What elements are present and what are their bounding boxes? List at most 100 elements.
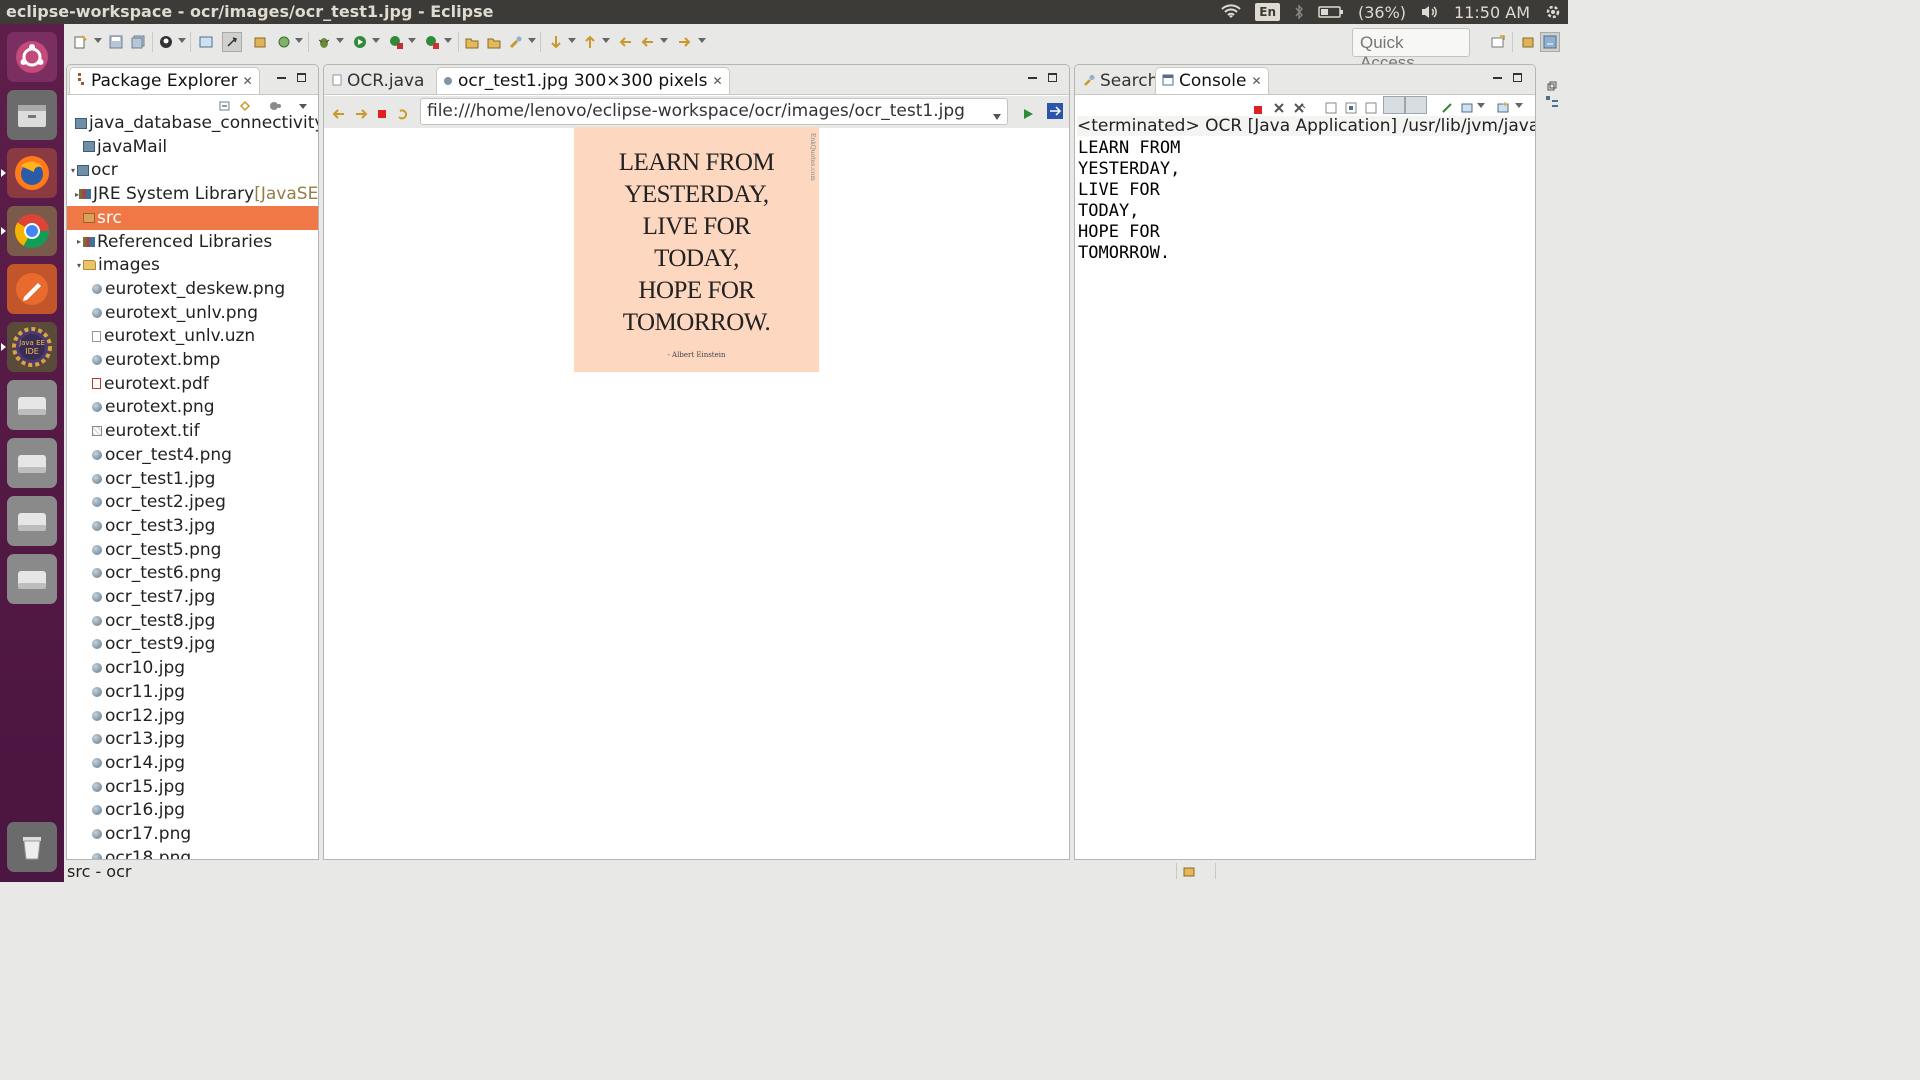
- tree-item[interactable]: ▸ JRE System Library [JavaSE: [67, 182, 318, 206]
- publish-icon[interactable]: [158, 34, 174, 50]
- tree-item[interactable]: ocr_test1.jpg: [67, 467, 318, 491]
- tree-item[interactable]: ▾ ocr: [67, 158, 318, 182]
- tree-item[interactable]: ocr_test6.png: [67, 561, 318, 585]
- chrome-icon[interactable]: [1, 206, 57, 256]
- debug-dropdown-icon[interactable]: [336, 38, 344, 43]
- search-dropdown-icon[interactable]: [528, 38, 536, 43]
- tree-item[interactable]: ocr_test2.jpeg: [67, 490, 318, 514]
- tab-search[interactable]: Search: [1077, 67, 1164, 94]
- tree-item[interactable]: ocr11.jpg: [67, 680, 318, 704]
- tree-item[interactable]: ocr_test5.png: [67, 538, 318, 562]
- maximize-icon[interactable]: [297, 73, 306, 82]
- url-input[interactable]: file:///home/lenovo/eclipse-workspace/oc…: [420, 98, 1008, 125]
- back-dropdown-icon[interactable]: [660, 38, 668, 43]
- toggle-breadcrumb-icon[interactable]: [198, 34, 214, 50]
- tree-item[interactable]: ▾ images: [67, 253, 318, 277]
- back-icon[interactable]: [640, 34, 656, 50]
- maximize-icon[interactable]: [1513, 73, 1522, 82]
- tree-item[interactable]: eurotext.tif: [67, 419, 318, 443]
- outline-icon[interactable]: [1545, 94, 1559, 114]
- tree-item[interactable]: ocr18.png: [67, 846, 318, 859]
- bluetooth-icon[interactable]: [1294, 4, 1304, 20]
- tree-item[interactable]: ocr_test8.jpg: [67, 609, 318, 633]
- go-icon[interactable]: [1022, 105, 1034, 125]
- quick-access-input[interactable]: Quick Access: [1352, 28, 1470, 72]
- new-wizard-icon[interactable]: [276, 34, 292, 50]
- save-all-icon[interactable]: [130, 34, 146, 50]
- save-icon[interactable]: [108, 34, 124, 50]
- publish-dropdown-icon[interactable]: [178, 38, 186, 43]
- tree-item[interactable]: src: [67, 205, 318, 230]
- clock[interactable]: 11:50 AM: [1454, 3, 1530, 22]
- next-annotation-icon[interactable]: [548, 34, 564, 50]
- tree-item[interactable]: ocr15.jpg: [67, 775, 318, 799]
- wizard-dropdown-icon[interactable]: [295, 38, 303, 43]
- mark-occurrences-icon[interactable]: [222, 32, 242, 52]
- tree-item[interactable]: ocr16.jpg: [67, 798, 318, 822]
- progress-area[interactable]: [1176, 863, 1216, 879]
- new-dropdown-icon[interactable]: [94, 38, 102, 43]
- firefox-icon[interactable]: [1, 148, 57, 198]
- minimize-icon[interactable]: [1493, 77, 1502, 79]
- next-annotation-dropdown-icon[interactable]: [568, 38, 576, 43]
- drive-icon[interactable]: [7, 438, 57, 488]
- back-icon[interactable]: [332, 105, 346, 125]
- tree-item[interactable]: eurotext_unlv.png: [67, 301, 318, 325]
- tree-item[interactable]: eurotext.pdf: [67, 372, 318, 396]
- tab-package-explorer[interactable]: Package Explorer ✕: [69, 67, 260, 94]
- open-type-icon[interactable]: [464, 34, 480, 50]
- tree-item[interactable]: eurotext_unlv.uzn: [67, 324, 318, 348]
- volume-icon[interactable]: [1420, 4, 1440, 20]
- open-console-dropdown-icon[interactable]: [1515, 103, 1523, 108]
- expand-arrow-icon[interactable]: ▾: [69, 166, 77, 175]
- restore-icon[interactable]: [1547, 76, 1557, 96]
- external-tools-dropdown-icon[interactable]: [444, 38, 452, 43]
- forward-dropdown-icon[interactable]: [698, 38, 706, 43]
- new-icon[interactable]: [72, 34, 88, 50]
- tree-item[interactable]: ocr13.jpg: [67, 727, 318, 751]
- search-tool-icon[interactable]: [508, 34, 524, 50]
- console-output[interactable]: LEARN FROM YESTERDAY, LIVE FOR TODAY, HO…: [1078, 138, 1533, 264]
- previous-annotation-icon[interactable]: [582, 34, 598, 50]
- external-tools-icon[interactable]: [424, 34, 440, 50]
- drive-icon[interactable]: [7, 380, 57, 430]
- ubuntu-dash-icon[interactable]: [7, 32, 57, 82]
- tree-item[interactable]: ocr_test9.jpg: [67, 632, 318, 656]
- tab-ocr-java[interactable]: OCR.java: [326, 67, 430, 94]
- open-perspective-icon[interactable]: [1490, 34, 1506, 50]
- java-ee-ide-icon[interactable]: Java EE IDE: [1, 322, 57, 372]
- forward-icon[interactable]: [676, 34, 692, 50]
- maximize-icon[interactable]: [1048, 73, 1057, 82]
- last-edit-location-icon[interactable]: [618, 34, 634, 50]
- battery-icon[interactable]: [1318, 5, 1344, 19]
- debug-icon[interactable]: [316, 34, 332, 50]
- close-icon[interactable]: ✕: [1252, 74, 1262, 88]
- keyboard-layout-indicator[interactable]: En: [1255, 3, 1280, 21]
- show-console-on-stderr-icon[interactable]: [1405, 96, 1427, 114]
- java-perspective-icon[interactable]: [1540, 32, 1560, 52]
- tab-console[interactable]: Console ✕: [1155, 67, 1269, 94]
- wifi-icon[interactable]: [1221, 4, 1241, 20]
- drive-icon[interactable]: [7, 496, 57, 546]
- refresh-icon[interactable]: [396, 105, 410, 125]
- open-external-browser-icon[interactable]: [1046, 102, 1064, 125]
- tree-item[interactable]: eurotext.bmp: [67, 348, 318, 372]
- tree-item[interactable]: eurotext_deskew.png: [67, 277, 318, 301]
- tree-item[interactable]: java_database_connectivity: [67, 111, 318, 135]
- trash-icon[interactable]: [7, 822, 57, 872]
- minimize-icon[interactable]: [1028, 77, 1037, 79]
- close-icon[interactable]: ✕: [243, 74, 253, 88]
- previous-annotation-dropdown-icon[interactable]: [602, 38, 610, 43]
- coverage-dropdown-icon[interactable]: [408, 38, 416, 43]
- new-server-icon[interactable]: [252, 34, 268, 50]
- tree-item[interactable]: ocr17.png: [67, 822, 318, 846]
- open-resource-icon[interactable]: [486, 34, 502, 50]
- tree-item[interactable]: ocr_test7.jpg: [67, 585, 318, 609]
- collapse-arrow-icon[interactable]: ▸: [75, 237, 83, 246]
- tree-item[interactable]: ocr14.jpg: [67, 751, 318, 775]
- tab-ocr-test1-jpg[interactable]: ocr_test1.jpg 300×300 pixels ✕: [436, 67, 730, 94]
- tree-item[interactable]: eurotext.png: [67, 395, 318, 419]
- run-icon[interactable]: [352, 34, 368, 50]
- text-editor-icon[interactable]: [7, 264, 57, 314]
- show-console-on-stdout-icon[interactable]: [1383, 96, 1405, 114]
